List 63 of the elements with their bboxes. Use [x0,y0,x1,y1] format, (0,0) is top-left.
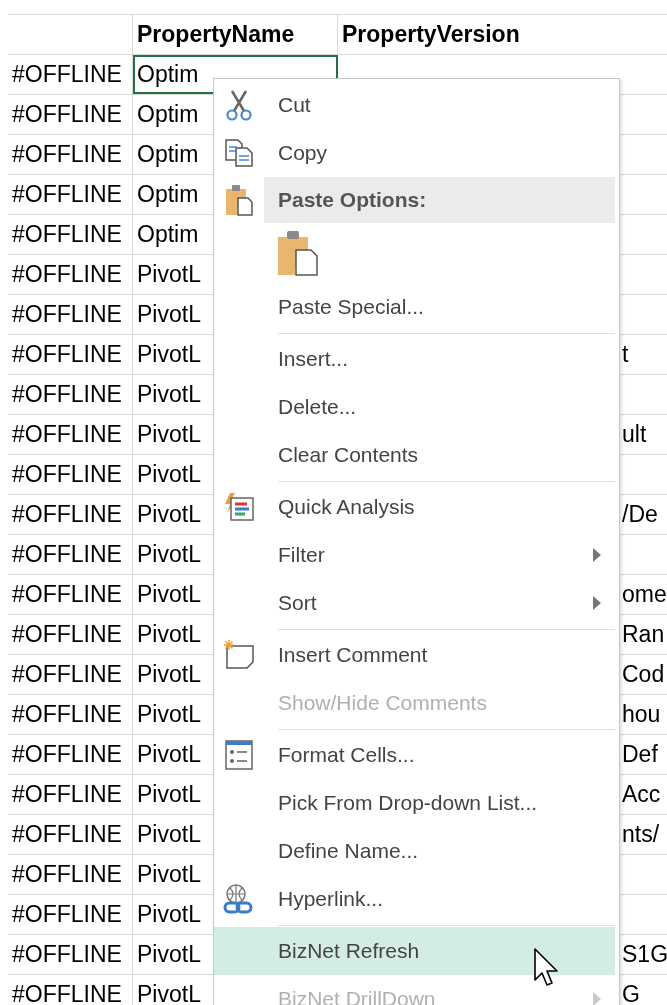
table-cell: #OFFLINE [12,701,122,728]
table-cell: #OFFLINE [12,61,122,88]
format-cells-icon [224,739,254,771]
table-cell: #OFFLINE [12,581,122,608]
menu-item[interactable]: Paste Special... [264,283,615,331]
table-cell: ult [622,421,647,448]
table-cell: #OFFLINE [12,301,122,328]
menu-item[interactable]: Insert Comment [264,631,615,679]
menu-item[interactable]: Quick Analysis [264,483,615,531]
menu-item[interactable]: Format Cells... [264,731,615,779]
table-cell: S1G [622,941,667,968]
table-cell: #OFFLINE [12,341,122,368]
menu-item[interactable]: Delete... [264,383,615,431]
table-cell: #OFFLINE [12,861,122,888]
table-cell: #OFFLINE [12,741,122,768]
table-cell: #OFFLINE [12,461,122,488]
table-cell: #OFFLINE [12,421,122,448]
table-cell: #OFFLINE [12,501,122,528]
table-cell: #OFFLINE [12,141,122,168]
table-cell: #OFFLINE [12,941,122,968]
menu-item[interactable]: Clear Contents [264,431,615,479]
scissors-icon [224,89,254,121]
menu-item[interactable]: Insert... [264,335,615,383]
table-cell: #OFFLINE [12,821,122,848]
table-cell: G [622,981,640,1005]
comment-icon [222,639,256,671]
table-cell: #OFFLINE [12,101,122,128]
menu-item[interactable]: Filter [264,531,615,579]
mouse-pointer-icon [534,948,560,988]
table-cell: ome [622,581,667,608]
menu-item[interactable]: Pick From Drop-down List... [264,779,615,827]
menu-item[interactable]: Sort [264,579,615,627]
menu-section-header: Paste Options: [264,177,615,223]
menu-item[interactable]: Define Name... [264,827,615,875]
table-cell: Acc [622,781,661,808]
clipboard-icon [276,230,320,276]
table-cell: #OFFLINE [12,261,122,288]
submenu-arrow-icon [593,596,601,610]
copy-icon [224,138,254,168]
table-cell: #OFFLINE [12,181,122,208]
table-cell: hou [622,701,661,728]
table-cell: Def [622,741,658,768]
table-cell: #OFFLINE [12,221,122,248]
table-cell: #OFFLINE [12,541,122,568]
column-header: PropertyName [137,21,295,48]
table-cell: Cod [622,661,665,688]
quick-analysis-icon [223,492,255,522]
table-cell: #OFFLINE [12,901,122,928]
table-cell: #OFFLINE [12,661,122,688]
table-cell: #OFFLINE [12,381,122,408]
table-cell: /De [622,501,658,528]
column-header: PropertyVersion [342,21,520,48]
table-cell: #OFFLINE [12,781,122,808]
clipboard-icon [224,184,254,216]
table-cell: t [622,341,629,368]
table-cell: #OFFLINE [12,981,122,1005]
submenu-arrow-icon [593,548,601,562]
table-cell: #OFFLINE [12,621,122,648]
menu-item[interactable]: Copy [264,129,615,177]
table-cell[interactable]: Optim [133,55,338,94]
table-cell: Ran [622,621,665,648]
table-cell: nts/ [622,821,660,848]
menu-item[interactable]: Hyperlink... [264,875,615,923]
